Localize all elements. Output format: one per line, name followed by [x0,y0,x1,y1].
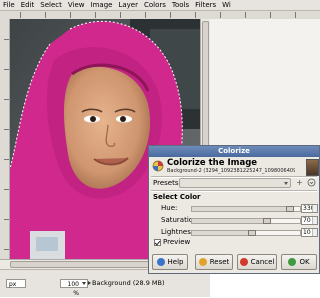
colorize-dialog: Colorize Colorize the Image Background-2… [148,145,320,274]
help-button[interactable]: Help [152,254,188,270]
menu-image[interactable]: Image [88,0,116,10]
chevron-down-icon [284,182,288,185]
chevron-down-icon [82,282,86,285]
dialog-subheading: Background-2 (3294_1092381225247_1098006… [167,168,295,174]
ok-icon [288,258,297,266]
cancel-icon [239,258,248,266]
hue-slider[interactable] [191,206,301,212]
preset-menu-icon[interactable] [307,178,316,187]
presets-label: Presets: [153,179,181,187]
empty-canvas-area [210,19,320,145]
presets-dropdown[interactable] [179,178,291,188]
colorize-icon [152,160,164,172]
saturation-slider[interactable] [191,218,301,224]
lightness-value: 10 [303,229,311,236]
help-button-label: Help [167,258,184,266]
dialog-title-bar[interactable]: Colorize [149,146,319,157]
hue-spinbox[interactable]: 330 [301,204,318,213]
unit-selector[interactable]: px [6,279,26,288]
menu-colors[interactable]: Colors [141,0,169,10]
image-thumbnail [306,159,319,176]
cancel-button[interactable]: Cancel [237,254,277,270]
dialog-heading: Colorize the Image [167,158,258,168]
spin-arrows-icon[interactable] [312,205,317,212]
saturation-value: 70 [303,217,311,224]
spin-arrows-icon[interactable] [312,217,317,224]
hue-slider-handle[interactable] [286,206,294,212]
lightness-spinbox[interactable]: 10 [301,228,318,237]
cancel-button-label: Cancel [250,258,275,266]
zoom-selector[interactable]: 100 % [60,279,88,297]
lightness-slider[interactable] [191,230,301,236]
saturation-spinbox[interactable]: 70 [301,216,318,225]
saturation-slider-fill [192,219,263,223]
lightness-slider-handle[interactable] [248,230,256,236]
menu-select[interactable]: Select [37,0,65,10]
ok-button-label: OK [299,258,310,266]
reset-button-label: Reset [209,258,230,266]
hue-label: Hue: [161,204,178,212]
menu-windows[interactable]: Wi [219,0,234,10]
zoom-value: 100 % [67,281,79,297]
preview-checkbox[interactable] [154,239,161,246]
hue-slider-fill [192,207,286,211]
navigate-arrow-icon[interactable] [88,281,91,285]
menu-tools[interactable]: Tools [169,0,192,10]
divider [151,190,317,192]
vertical-ruler [0,19,10,259]
menu-view[interactable]: View [65,0,88,10]
select-color-heading: Select Color [153,193,201,201]
layer-info: Background (28.9 MB) [92,279,165,287]
menu-file[interactable]: File [0,0,18,10]
menu-edit[interactable]: Edit [18,0,38,10]
menu-filters[interactable]: Filters [192,0,219,10]
lightness-slider-fill [192,231,248,235]
add-preset-icon[interactable]: + [295,178,304,187]
ok-button[interactable]: OK [281,254,317,270]
menubar: File Edit Select View Image Layer Colors… [0,0,320,11]
reset-button[interactable]: Reset [195,254,233,270]
reset-icon [198,258,207,266]
saturation-slider-handle[interactable] [263,218,271,224]
help-icon [156,258,165,266]
menu-layer[interactable]: Layer [115,0,141,10]
spin-arrows-icon[interactable] [312,229,317,236]
preview-label[interactable]: Preview [163,238,190,247]
